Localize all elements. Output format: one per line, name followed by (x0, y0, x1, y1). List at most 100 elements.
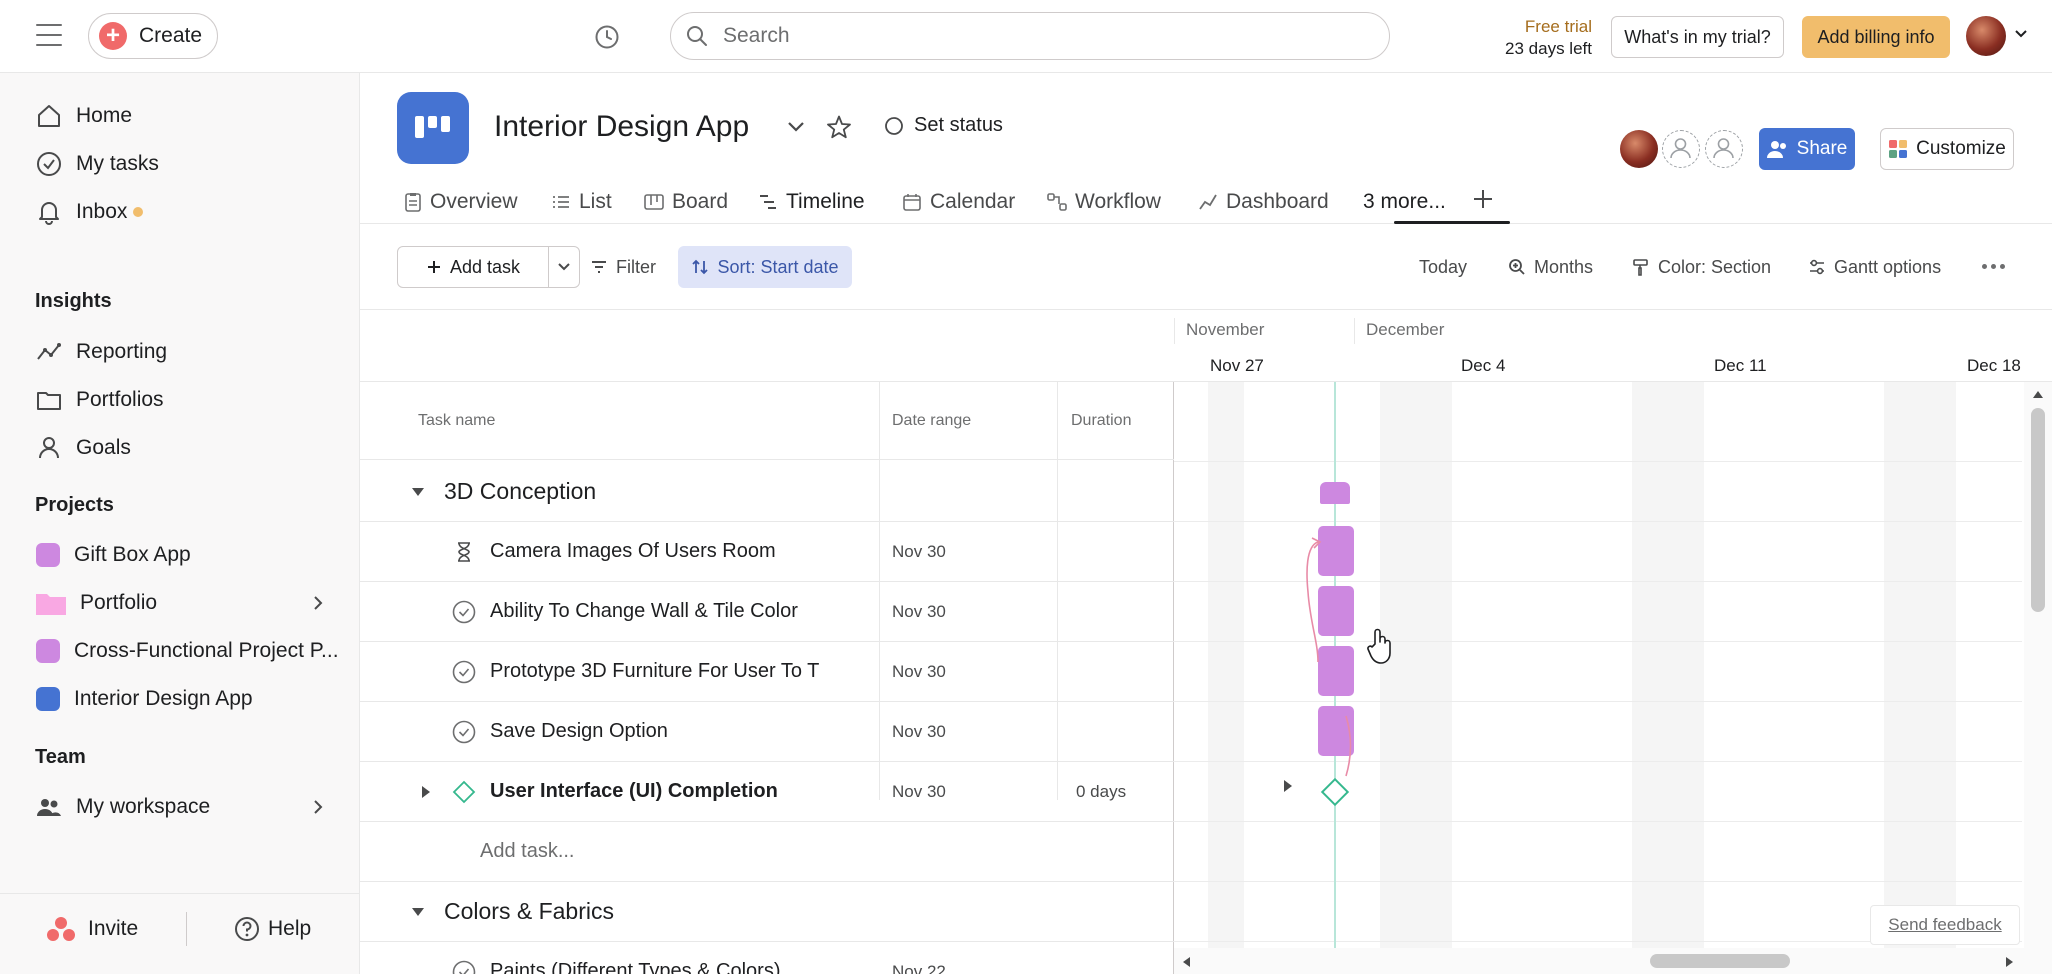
task-date[interactable]: Nov 30 (892, 602, 946, 622)
task-name[interactable]: User Interface (UI) Completion (490, 780, 825, 803)
project-title[interactable]: Interior Design App (494, 110, 749, 144)
sidebar-item-reporting[interactable]: Reporting (0, 329, 360, 375)
add-task-button[interactable]: Add task (397, 246, 549, 288)
caret-right-icon[interactable] (420, 784, 432, 800)
tab-timeline[interactable]: Timeline (758, 188, 865, 216)
add-task-dropdown[interactable] (548, 246, 580, 288)
task-date[interactable]: Nov 30 (892, 542, 946, 562)
sidebar-item-portfolio[interactable]: Portfolio (0, 580, 360, 626)
project-icon[interactable] (397, 92, 469, 164)
caret-down-icon[interactable] (410, 906, 426, 918)
column-task-name[interactable]: Task name (418, 382, 495, 460)
check-circle-icon[interactable] (452, 960, 476, 974)
table-row[interactable]: User Interface (UI) Completion Nov 30 0 … (360, 762, 1174, 822)
tab-overview[interactable]: Overview (404, 188, 518, 216)
member-avatar[interactable] (1620, 130, 1658, 168)
team-heading[interactable]: Team (35, 746, 86, 769)
tab-dashboard[interactable]: Dashboard (1198, 188, 1329, 216)
customize-button[interactable]: Customize (1880, 128, 2014, 170)
color-section-button[interactable]: Color: Section (1632, 246, 1771, 288)
add-billing-button[interactable]: Add billing info (1802, 16, 1950, 58)
sidebar-item-home[interactable]: Home (0, 93, 360, 139)
column-date-range[interactable]: Date range (892, 382, 971, 460)
scroll-right-arrow-icon[interactable] (2004, 955, 2016, 969)
star-icon[interactable] (826, 114, 852, 140)
task-date[interactable]: Nov 22 (892, 962, 946, 974)
sidebar-item-gift-box-app[interactable]: Gift Box App (0, 532, 360, 578)
add-tab-plus-icon[interactable] (1470, 186, 1496, 212)
section-name[interactable]: 3D Conception (444, 478, 596, 505)
months-zoom-button[interactable]: Months (1508, 246, 1593, 288)
chevron-right-icon[interactable] (312, 799, 324, 815)
chevron-down-icon[interactable] (786, 120, 806, 134)
caret-down-icon[interactable] (410, 486, 426, 498)
tab-calendar[interactable]: Calendar (902, 188, 1015, 216)
add-task-inline[interactable]: Add task... (480, 840, 575, 863)
task-date[interactable]: Nov 30 (892, 722, 946, 742)
send-feedback-link[interactable]: Send feedback (1870, 905, 2020, 945)
vertical-scrollbar[interactable] (2024, 382, 2052, 974)
section-summary-bar[interactable] (1320, 482, 1350, 504)
scroll-up-arrow-icon[interactable] (2031, 388, 2045, 400)
help-button[interactable]: Help (234, 916, 311, 942)
tab-list[interactable]: List (551, 188, 612, 216)
task-name[interactable]: Prototype 3D Furniture For User To T (490, 660, 825, 683)
sort-button[interactable]: Sort: Start date (678, 246, 852, 288)
chevron-right-icon[interactable] (312, 595, 324, 611)
scrollbar-thumb[interactable] (2031, 408, 2045, 612)
scrollbar-thumb[interactable] (1650, 954, 1790, 968)
table-row[interactable]: Prototype 3D Furniture For User To T Nov… (360, 642, 1174, 702)
timeline-toolbar: Add task Filter Sort: Start date Today M… (360, 224, 2052, 310)
sidebar-item-cross-functional[interactable]: Cross-Functional Project P... (0, 628, 360, 674)
history-clock-icon[interactable] (594, 24, 620, 50)
set-status-button[interactable]: Set status (884, 114, 1003, 137)
sidebar-item-inbox[interactable]: Inbox (0, 189, 360, 235)
horizontal-scrollbar[interactable] (1174, 948, 2024, 974)
tab-more[interactable]: 3 more... (1363, 188, 1446, 216)
filter-button[interactable]: Filter (578, 246, 668, 288)
sidebar-item-interior-design-app[interactable]: Interior Design App (0, 676, 360, 722)
hourglass-icon[interactable] (452, 540, 476, 564)
section-name[interactable]: Colors & Fabrics (444, 898, 614, 925)
table-row[interactable]: Paints (Different Types & Colors) Nov 22 (360, 942, 1174, 974)
dependency-arrow-icon (1306, 537, 1352, 777)
empty-member-avatar[interactable] (1662, 130, 1700, 168)
share-button[interactable]: Share (1759, 128, 1855, 170)
scroll-left-arrow-icon[interactable] (1180, 955, 1192, 969)
check-circle-icon[interactable] (452, 660, 476, 684)
task-name[interactable]: Save Design Option (490, 720, 825, 743)
search-input[interactable] (723, 24, 1323, 48)
check-circle-icon[interactable] (452, 600, 476, 624)
check-circle-icon[interactable] (452, 720, 476, 744)
column-duration[interactable]: Duration (1071, 382, 1131, 460)
sidebar-item-my-workspace[interactable]: My workspace (0, 784, 360, 830)
tab-board[interactable]: Board (644, 188, 728, 216)
chevron-down-icon[interactable] (2014, 27, 2028, 41)
task-duration[interactable]: 0 days (1076, 782, 1126, 802)
table-row[interactable]: Camera Images Of Users Room Nov 30 (360, 522, 1174, 582)
task-name[interactable]: Camera Images Of Users Room (490, 540, 825, 563)
projects-heading[interactable]: Projects (35, 494, 114, 517)
whats-in-trial-button[interactable]: What's in my trial? (1611, 16, 1784, 58)
tab-workflow[interactable]: Workflow (1047, 188, 1161, 216)
task-name[interactable]: Paints (Different Types & Colors) (490, 960, 825, 974)
task-name[interactable]: Ability To Change Wall & Tile Color (490, 600, 825, 623)
search-bar[interactable] (670, 12, 1390, 60)
task-date[interactable]: Nov 30 (892, 662, 946, 682)
sidebar-item-portfolios[interactable]: Portfolios (0, 377, 360, 423)
sidebar-item-my-tasks[interactable]: My tasks (0, 141, 360, 187)
table-row[interactable]: Ability To Change Wall & Tile Color Nov … (360, 582, 1174, 642)
task-date[interactable]: Nov 30 (892, 782, 946, 802)
empty-member-avatar[interactable] (1705, 130, 1743, 168)
hamburger-menu-icon[interactable] (36, 24, 62, 46)
milestone-diamond-icon[interactable] (452, 780, 476, 804)
insights-heading[interactable]: Insights (35, 290, 112, 313)
create-button[interactable]: + Create (88, 13, 218, 59)
more-options-icon[interactable] (1982, 256, 2012, 276)
sidebar-item-goals[interactable]: Goals (0, 425, 360, 471)
table-row[interactable]: Save Design Option Nov 30 (360, 702, 1174, 762)
invite-button[interactable]: Invite (46, 916, 138, 942)
gantt-options-button[interactable]: Gantt options (1808, 246, 1941, 288)
today-button[interactable]: Today (1419, 246, 1467, 288)
user-avatar[interactable] (1966, 16, 2006, 56)
